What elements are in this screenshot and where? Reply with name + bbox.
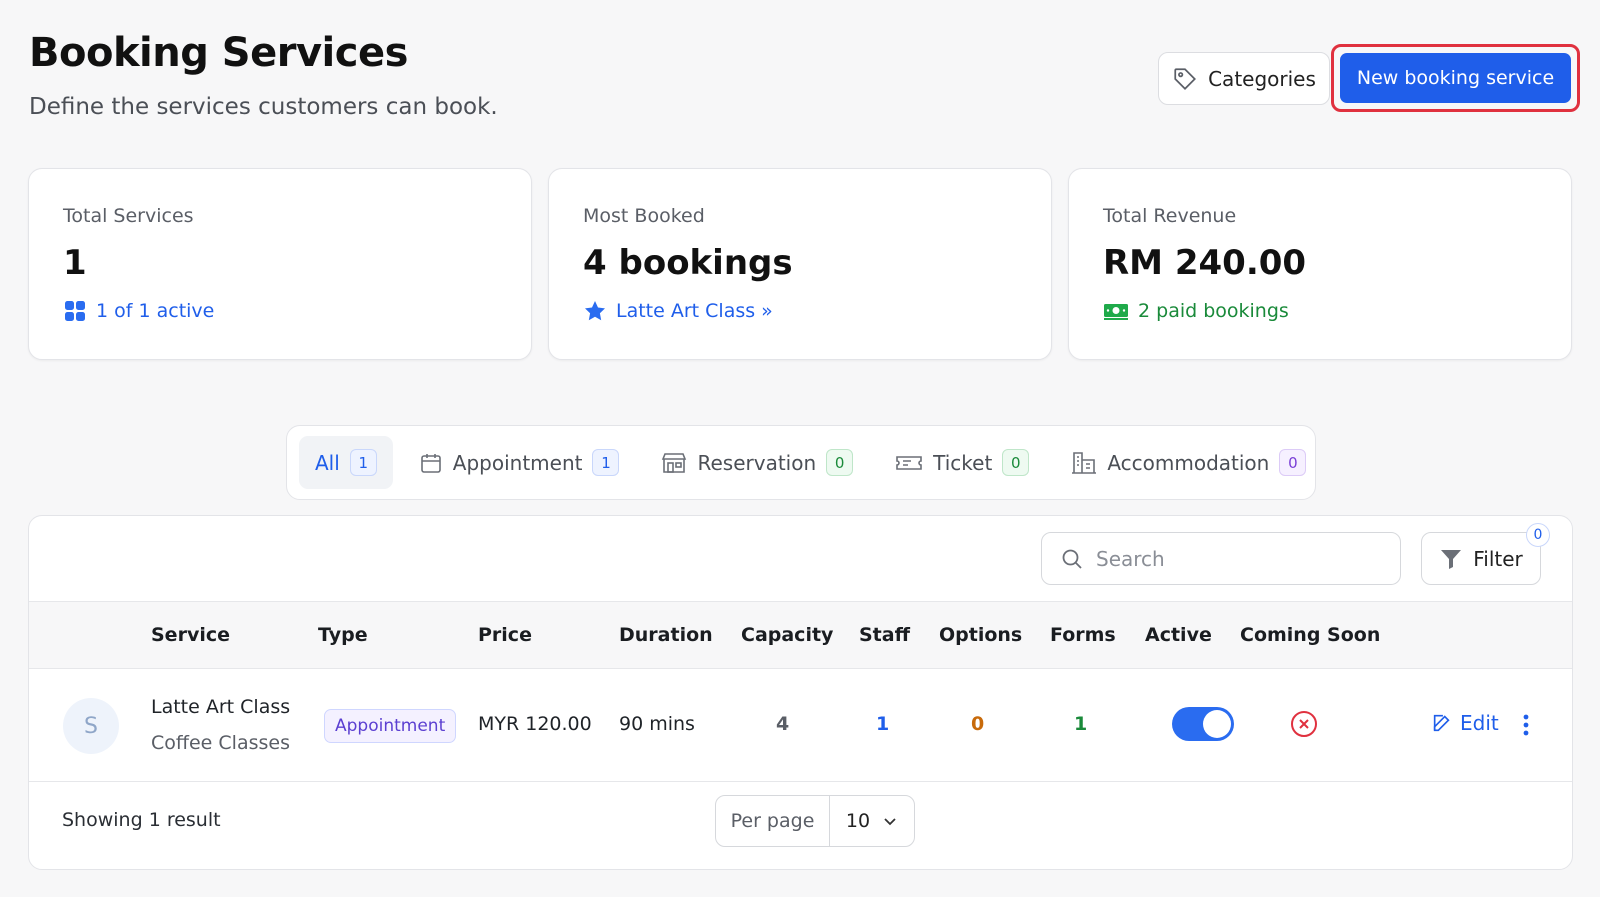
tab-label: Accommodation: [1107, 450, 1270, 475]
x-circle-icon[interactable]: [1289, 709, 1319, 739]
type-badge: Appointment: [324, 709, 457, 743]
column-header-service[interactable]: Service: [151, 624, 230, 646]
filter-button[interactable]: Filter: [1421, 532, 1541, 585]
grid-icon: [65, 301, 85, 321]
per-page-value: 10: [845, 810, 871, 832]
page-title: Booking Services: [29, 30, 408, 76]
tab-appointment[interactable]: Appointment 1: [403, 436, 636, 489]
edit-label: Edit: [1460, 711, 1499, 735]
stat-card-most-booked: Most Booked 4 bookings Latte Art Class »: [548, 168, 1052, 360]
service-category: Coffee Classes: [151, 732, 290, 754]
building-icon: [1072, 451, 1097, 474]
tab-count: 0: [1002, 449, 1030, 476]
tab-label: Reservation: [697, 450, 817, 475]
filter-button-label: Filter: [1473, 546, 1523, 571]
stat-value: RM 240.00: [1103, 243, 1307, 283]
tab-count: 0: [826, 449, 854, 476]
tab-reservation[interactable]: Reservation 0: [645, 436, 869, 489]
per-page-label: Per page: [716, 796, 830, 846]
per-page-control: Per page 10: [715, 795, 915, 847]
tab-count: 1: [592, 449, 620, 476]
storefront-icon: [662, 452, 687, 473]
stat-sub: 1 of 1 active: [63, 299, 214, 323]
stat-label: Most Booked: [583, 205, 705, 227]
column-header-options[interactable]: Options: [939, 624, 1022, 646]
column-header-type[interactable]: Type: [318, 624, 368, 646]
capacity-cell: 4: [776, 713, 790, 735]
chevron-down-icon: [884, 818, 896, 826]
kebab-menu-icon: [1523, 714, 1529, 736]
forms-count-link[interactable]: 1: [1074, 713, 1087, 735]
most-booked-link[interactable]: Latte Art Class »: [583, 299, 773, 323]
options-count-link[interactable]: 0: [971, 713, 984, 735]
tab-count: 0: [1279, 449, 1307, 476]
edit-button[interactable]: Edit: [1431, 711, 1499, 735]
stat-sub: 2 paid bookings: [1103, 299, 1289, 323]
filter-count-badge: 0: [1526, 523, 1550, 547]
tab-ticket[interactable]: Ticket 0: [879, 436, 1045, 489]
stat-sub-text: 2 paid bookings: [1138, 300, 1289, 322]
search-input[interactable]: [1096, 546, 1382, 571]
tab-accommodation[interactable]: Accommodation 0: [1055, 436, 1322, 489]
column-header-active[interactable]: Active: [1145, 624, 1212, 646]
money-icon: [1104, 304, 1128, 320]
service-name: Latte Art Class: [151, 696, 291, 718]
stat-label: Total Services: [63, 205, 194, 227]
more-options-button[interactable]: [1511, 707, 1541, 743]
categories-button-label: Categories: [1208, 66, 1316, 91]
edit-icon: [1433, 714, 1450, 732]
new-booking-highlight: New booking service: [1331, 44, 1580, 112]
column-header-forms[interactable]: Forms: [1050, 624, 1116, 646]
table-row: S Latte Art Class Coffee Classes Appoint…: [29, 669, 1572, 782]
tab-count: 1: [349, 449, 377, 476]
tab-all[interactable]: All 1: [299, 436, 393, 489]
column-header-price[interactable]: Price: [478, 624, 532, 646]
column-header-duration[interactable]: Duration: [619, 624, 713, 646]
price-cell: MYR 120.00: [478, 713, 592, 735]
calendar-icon: [420, 453, 441, 473]
star-icon: [585, 301, 605, 321]
toggle-knob: [1203, 710, 1231, 738]
duration-cell: 90 mins: [619, 713, 695, 735]
tab-label: All: [315, 450, 340, 475]
page-subtitle: Define the services customers can book.: [29, 94, 498, 120]
table-header: Service Type Price Duration Capacity Sta…: [29, 601, 1572, 669]
avatar: S: [63, 698, 119, 754]
stat-value: 1: [63, 243, 87, 283]
new-booking-service-button[interactable]: New booking service: [1340, 53, 1571, 103]
tab-label: Ticket: [933, 450, 993, 475]
type-tabs: All 1 Appointment 1 Reservation 0 Ticket…: [286, 425, 1316, 500]
column-header-staff[interactable]: Staff: [859, 624, 910, 646]
column-header-coming-soon[interactable]: Coming Soon: [1240, 624, 1380, 646]
active-toggle[interactable]: [1172, 707, 1234, 741]
categories-button[interactable]: Categories: [1158, 52, 1330, 105]
stat-sub-text: Latte Art Class »: [616, 300, 773, 322]
tab-label: Appointment: [452, 450, 583, 475]
services-table: Filter 0 Service Type Price Duration Cap…: [28, 515, 1573, 870]
stat-card-total-revenue: Total Revenue RM 240.00 2 paid bookings: [1068, 168, 1572, 360]
stat-label: Total Revenue: [1103, 205, 1237, 227]
ticket-icon: [896, 455, 922, 470]
search-box: [1041, 532, 1401, 585]
stat-value: 4 bookings: [583, 243, 793, 283]
staff-count-link[interactable]: 1: [876, 713, 889, 735]
search-icon: [1062, 549, 1082, 569]
column-header-capacity[interactable]: Capacity: [741, 624, 833, 646]
stat-sub-text: 1 of 1 active: [96, 300, 215, 322]
tag-icon: [1174, 67, 1197, 90]
stat-card-total-services: Total Services 1 1 of 1 active: [28, 168, 532, 360]
per-page-select[interactable]: 10: [830, 796, 914, 846]
filter-icon: [1441, 549, 1462, 569]
result-count: Showing 1 result: [62, 809, 221, 831]
